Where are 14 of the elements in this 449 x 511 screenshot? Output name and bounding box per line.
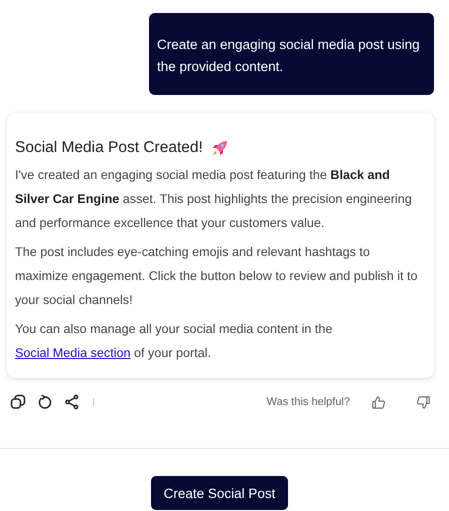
refresh-icon[interactable]: [37, 394, 53, 410]
reply-title: Social Media Post Created!: [15, 139, 203, 157]
reply-paragraph: I've created an engaging social media post featuring the Black and Silver Car Engine asset. This post highlights the precision engineering and performance excellence that your customers value.: [15, 167, 413, 232]
copy-icon[interactable]: [10, 394, 26, 410]
reply-paragraph: The post includes eye-catching emojis and relevant hashtags to maximize engagement. Click the button below to review and publish it to your social channels!: [15, 244, 419, 309]
thumbs-up-icon[interactable]: [371, 394, 386, 410]
section-link[interactable]: Social Media section: [15, 346, 131, 360]
user-message: Create an engaging social media post using the provided content.: [149, 13, 434, 95]
reply-paragraph: You can also manage all your social media content in the Social Media section of your portal.: [15, 321, 334, 362]
share-icon[interactable]: [64, 394, 80, 410]
feedback-prompt: Was this helpful?: [266, 396, 350, 408]
thumbs-down-icon[interactable]: [416, 394, 431, 410]
rocket-icon: [210, 139, 229, 157]
create-social-post-button[interactable]: Create Social Post: [150, 476, 288, 510]
